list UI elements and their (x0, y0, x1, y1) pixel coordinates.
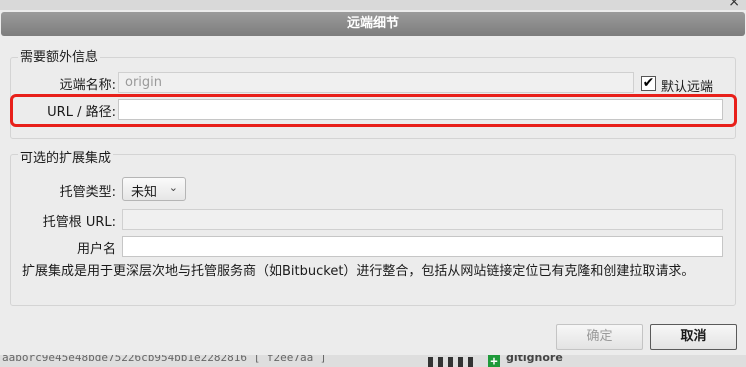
host-type-value: 未知 (131, 185, 158, 200)
integration-description: 扩展集成是用于更深层次地与托管服务商（如Bitbucket）进行整合，包括从网站… (22, 264, 695, 279)
host-type-label: 托管类型: (59, 185, 116, 200)
default-remote-checkbox[interactable]: ✔ (641, 76, 656, 91)
commit-hash-text: aaborc9e45e48bde75226cb954bb1e2282816 [ … (2, 355, 327, 364)
optional-integration-legend: 可选的扩展集成 (18, 147, 114, 166)
host-type-select[interactable]: 未知 ⌄ (122, 177, 186, 201)
remote-name-label: 远端名称: (59, 78, 116, 93)
remote-details-dialog: 远端细节 需要额外信息 远端名称: origin ✔ 默认远端 URL / 路径… (0, 10, 746, 355)
default-remote-label: 默认远端 (661, 80, 714, 95)
required-info-legend: 需要额外信息 (18, 46, 101, 65)
file-thumbnail-icon (428, 357, 474, 367)
remote-name-value: origin (125, 75, 163, 90)
host-root-url-field[interactable] (122, 209, 723, 230)
background-commit-strip: aaborc9e45e48bde75226cb954bb1e2282816 [ … (0, 355, 746, 367)
close-icon[interactable]: × (728, 0, 740, 10)
cancel-button[interactable]: 取消 (650, 324, 737, 350)
username-label: 用户名 (76, 242, 116, 257)
ok-button[interactable]: 确定 (556, 324, 643, 350)
file-name: gitignore (506, 355, 563, 364)
host-root-url-label: 托管根 URL: (42, 215, 116, 230)
dialog-title: 远端细节 (1, 12, 745, 36)
url-field-highlight (10, 94, 737, 127)
background-window-strip: × (0, 0, 746, 10)
added-file-icon: + (488, 355, 500, 367)
remote-name-field[interactable]: origin (118, 72, 634, 93)
username-input[interactable] (122, 236, 723, 257)
chevron-down-icon: ⌄ (168, 181, 178, 194)
optional-integration-group (10, 154, 736, 306)
